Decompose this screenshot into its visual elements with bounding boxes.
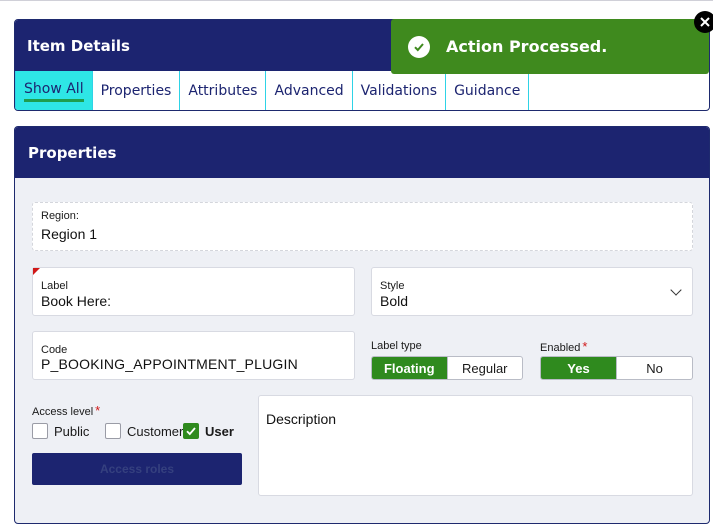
checkbox-box[interactable]: [105, 423, 121, 439]
checkbox-box[interactable]: [183, 423, 199, 439]
tab-label: Show All: [24, 81, 84, 102]
label-field-label: Label: [41, 280, 68, 292]
tab-validations[interactable]: Validations: [351, 71, 447, 110]
modified-marker: [33, 268, 40, 275]
label-field-value: Book Here:: [41, 293, 112, 309]
tab-label: Validations: [360, 83, 438, 99]
style-select[interactable]: Style Bold: [371, 267, 693, 316]
tab-label: Properties: [100, 83, 172, 99]
label-type-text: Label type: [371, 340, 422, 352]
tab-label: Advanced: [274, 83, 344, 99]
region-value: Region 1: [41, 226, 98, 242]
chevron-down-icon: [670, 284, 682, 296]
access-roles-button[interactable]: Access roles: [32, 453, 242, 485]
checkbox-customer[interactable]: Customer: [105, 423, 183, 439]
checkbox-user[interactable]: User: [183, 423, 234, 439]
code-field[interactable]: Code P_BOOKING_APPOINTMENT_PLUGIN: [32, 331, 355, 380]
label-type-floating-button[interactable]: Floating: [372, 357, 447, 379]
enabled-no-button[interactable]: No: [616, 357, 692, 379]
style-value: Bold: [380, 293, 409, 309]
code-value: P_BOOKING_APPOINTMENT_PLUGIN: [41, 356, 298, 372]
style-label: Style: [380, 280, 405, 292]
tab-properties[interactable]: Properties: [91, 71, 181, 110]
tab-advanced[interactable]: Advanced: [265, 71, 353, 110]
label-type-regular-button[interactable]: Regular: [446, 357, 523, 379]
toast-message: Action Processed.: [446, 37, 608, 56]
description-textarea[interactable]: Description: [258, 395, 693, 496]
required-star: *: [95, 403, 101, 418]
enabled-yes-button[interactable]: Yes: [541, 357, 616, 379]
enabled-text: Enabled: [540, 342, 581, 354]
success-toast: Action Processed.: [391, 19, 709, 74]
checkbox-label: Customer: [127, 423, 184, 439]
enabled-toggle: Yes No: [540, 356, 693, 380]
tab-show-all[interactable]: Show All: [15, 71, 93, 110]
tab-bar: Show All Properties Attributes Advanced …: [15, 71, 709, 110]
access-level-text: Access level: [32, 406, 94, 418]
checkbox-public[interactable]: Public: [32, 423, 89, 439]
required-star: *: [582, 339, 588, 354]
region-field[interactable]: Region: Region 1: [32, 202, 693, 251]
tab-label: Attributes: [188, 83, 258, 99]
properties-panel: Properties Region: Region 1 Label Book H…: [14, 126, 710, 524]
label-type-label: Label type: [371, 340, 422, 352]
region-label: Region:: [41, 210, 79, 222]
check-circle-icon: [408, 35, 430, 58]
close-icon[interactable]: [694, 11, 713, 33]
enabled-label: Enabled *: [540, 339, 587, 354]
properties-title: Properties: [15, 127, 709, 178]
access-level-label: Access level *: [32, 403, 100, 418]
checkbox-label: User: [205, 423, 234, 439]
checkmark-icon: [186, 427, 196, 436]
checkbox-label: Public: [54, 423, 90, 439]
tab-guidance[interactable]: Guidance: [445, 71, 530, 110]
tab-label: Guidance: [454, 83, 521, 99]
label-field[interactable]: Label Book Here:: [32, 267, 355, 316]
tab-attributes[interactable]: Attributes: [179, 71, 267, 110]
checkbox-box[interactable]: [32, 423, 48, 439]
label-type-toggle: Floating Regular: [371, 356, 523, 380]
top-divider: [0, 0, 713, 3]
code-label: Code: [41, 344, 68, 356]
